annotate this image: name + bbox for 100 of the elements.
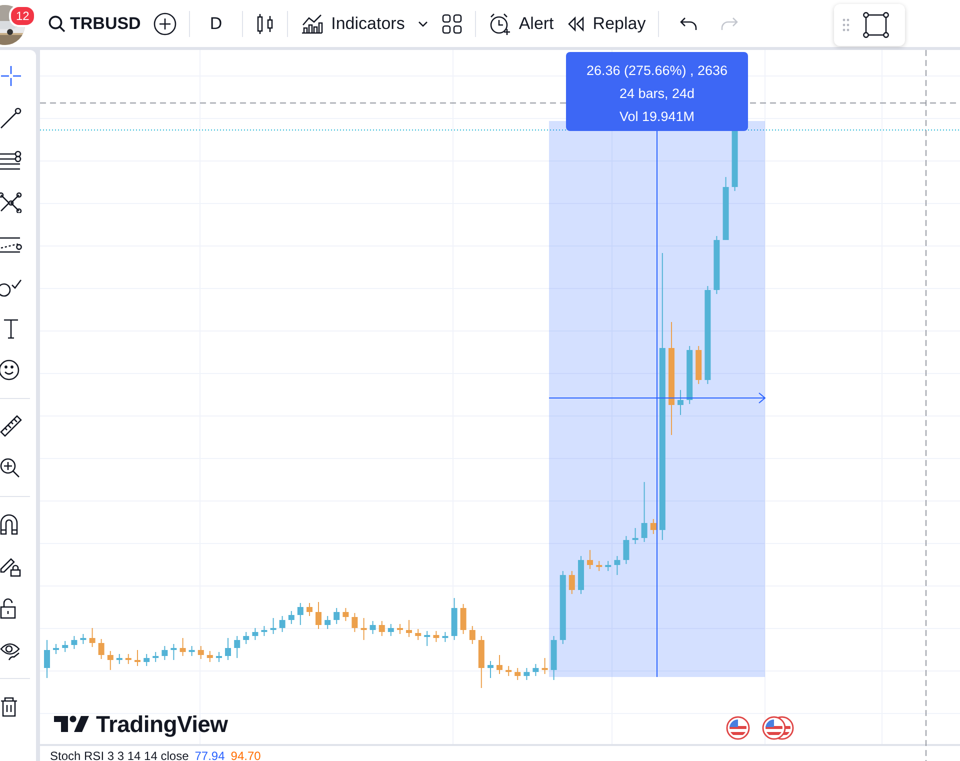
candle <box>614 556 620 576</box>
candle <box>605 560 612 572</box>
plus-icon <box>152 12 177 36</box>
candlestick-icon <box>255 12 276 36</box>
candle <box>550 636 557 680</box>
alarm-clock-icon <box>488 12 512 36</box>
candle <box>424 630 430 646</box>
chart-icon <box>300 12 324 34</box>
candle <box>89 628 96 648</box>
candle <box>406 620 412 638</box>
candle <box>225 638 231 660</box>
candle <box>623 536 630 564</box>
candle <box>532 664 539 676</box>
candle <box>53 644 59 654</box>
candle <box>261 626 268 636</box>
candle <box>71 636 78 650</box>
candle <box>714 236 720 294</box>
candle <box>352 612 358 632</box>
pattern-icon <box>0 191 22 213</box>
candle <box>98 638 104 660</box>
candle <box>306 602 312 616</box>
candle <box>524 668 530 680</box>
candle <box>180 638 186 656</box>
logo-icon <box>54 715 90 734</box>
caret-icon <box>416 18 429 28</box>
candle <box>144 654 150 666</box>
ruler-icon <box>0 415 22 437</box>
candle <box>469 626 476 644</box>
candle <box>243 632 250 644</box>
candle <box>451 598 458 640</box>
undo-icon <box>678 14 699 32</box>
candle <box>134 650 140 666</box>
candle <box>279 616 286 632</box>
brand-name: TradingView <box>96 710 228 739</box>
candle <box>80 634 86 644</box>
drag-handle-icon[interactable] <box>842 18 850 32</box>
candle <box>506 666 512 676</box>
candle <box>152 652 159 662</box>
candle <box>542 658 548 674</box>
tooltip-text: Vol 19.941M <box>618 108 696 126</box>
candle <box>342 608 349 622</box>
candle <box>488 660 494 678</box>
candle <box>650 518 656 534</box>
candle <box>44 640 50 678</box>
indicators-button[interactable]: Indicators <box>294 4 411 42</box>
candle <box>116 654 122 664</box>
indicator-name: Stoch RSI 3 3 14 14 close <box>50 748 189 761</box>
indicator-value: 94.70 <box>230 748 261 761</box>
candle <box>632 528 638 544</box>
candle <box>62 640 68 652</box>
candle <box>578 556 584 594</box>
candle <box>514 668 521 680</box>
candle <box>252 628 258 640</box>
candle <box>415 628 422 640</box>
candle <box>678 390 684 416</box>
candle <box>433 630 440 642</box>
candle <box>206 650 213 662</box>
candle <box>496 654 502 674</box>
candle <box>125 654 132 664</box>
horizontal-lines-icon <box>0 149 22 171</box>
candle <box>641 482 648 542</box>
candle <box>696 346 702 384</box>
candle <box>378 620 385 636</box>
flag-icon <box>762 716 786 740</box>
candle <box>596 560 602 572</box>
candle <box>316 602 322 630</box>
grid-icon <box>440 12 463 34</box>
candle <box>360 618 367 640</box>
tooltip-text: 24 bars, 24d <box>618 85 696 103</box>
flag-icon <box>726 716 750 740</box>
rectangle-icon <box>862 11 890 39</box>
candle <box>162 646 168 660</box>
candle <box>686 346 693 404</box>
tooltip-text: 26.36 (275.66%) , 2636 <box>585 62 729 80</box>
candle <box>324 616 331 630</box>
candle <box>587 550 593 570</box>
candle <box>442 632 448 642</box>
trend-line-icon <box>0 107 22 129</box>
replay-button[interactable]: Replay <box>560 4 652 42</box>
symbol-search-button[interactable]: TRBUSD <box>42 4 147 42</box>
candle <box>107 650 114 670</box>
candle <box>370 620 376 634</box>
candle <box>397 624 403 634</box>
candle <box>216 652 222 662</box>
interval-button[interactable]: D <box>196 4 236 42</box>
candle <box>297 602 304 626</box>
candle <box>478 636 484 688</box>
candle <box>270 618 276 634</box>
candle <box>460 604 466 634</box>
candle <box>288 610 294 624</box>
candle <box>334 608 340 624</box>
crosshair-icon <box>0 65 22 87</box>
alert-button[interactable]: Alert <box>482 4 560 42</box>
notification-badge: 12 <box>9 5 36 27</box>
indicator-value: 77.94 <box>194 748 225 761</box>
search-icon <box>48 14 66 32</box>
candle <box>722 176 729 240</box>
smiley-icon <box>0 359 22 381</box>
candle <box>568 570 575 594</box>
candle <box>388 624 394 636</box>
